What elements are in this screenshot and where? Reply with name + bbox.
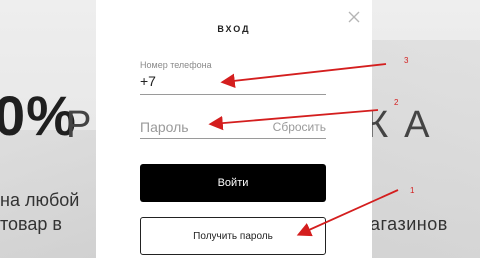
modal-title: ВХОД: [217, 24, 251, 34]
phone-field-label: Номер телефона: [140, 60, 212, 70]
promo-subtext-line2: товар в: [0, 214, 62, 234]
promo-subtext-line1: на любой: [0, 190, 80, 210]
promo-heading-end: КА: [366, 104, 446, 146]
phone-field[interactable]: Номер телефона +7: [140, 60, 326, 96]
annotation-number-3: 3: [404, 56, 409, 65]
login-modal: ВХОД Номер телефона +7 Пароль Сбросить В…: [96, 0, 372, 258]
reset-password-link[interactable]: Сбросить: [273, 120, 326, 134]
get-password-button[interactable]: Получить пароль: [140, 217, 326, 255]
promo-heading-start: Р: [66, 104, 94, 146]
annotation-number-1: 1: [410, 186, 415, 195]
phone-input[interactable]: +7: [140, 73, 326, 89]
phone-field-underline: [140, 94, 326, 95]
annotation-number-2: 2: [394, 98, 399, 107]
promo-subtext-right: агазинов: [370, 214, 448, 234]
password-field[interactable]: Пароль Сбросить: [140, 116, 326, 140]
login-button[interactable]: Войти: [140, 164, 326, 202]
password-field-underline: [140, 138, 326, 139]
close-icon[interactable]: [346, 9, 362, 25]
password-input[interactable]: Пароль: [140, 119, 189, 135]
